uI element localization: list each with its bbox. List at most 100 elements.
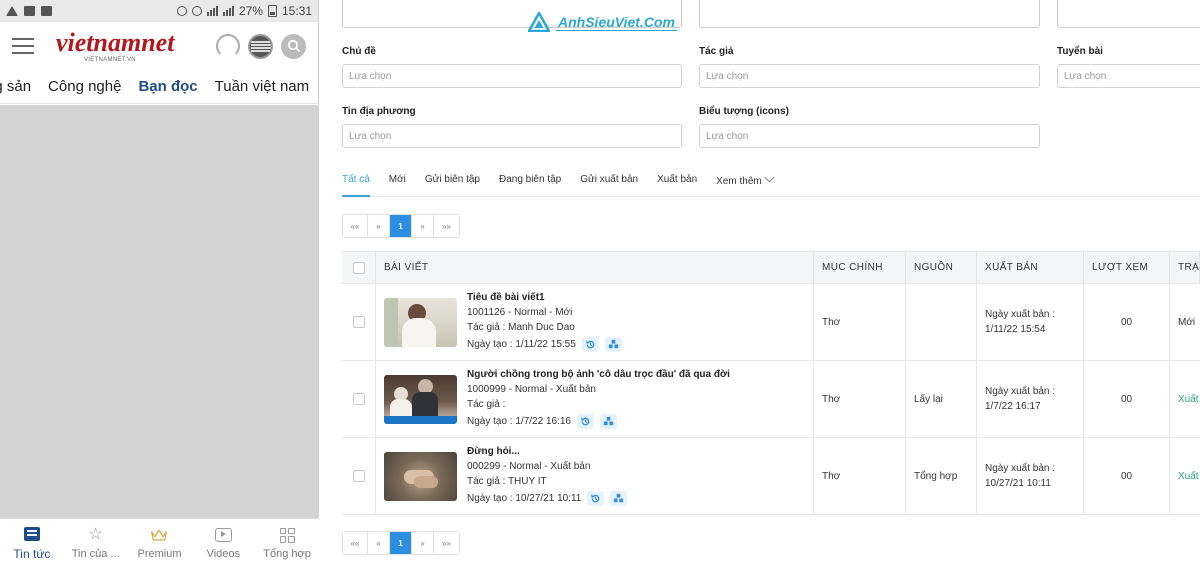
table-row: Tiêu đề bài viết1 1001126 - Normal - Mới…: [342, 284, 1200, 361]
article-category: Thơ: [814, 361, 906, 437]
tab-summary[interactable]: Tổng hợp: [255, 519, 319, 568]
prev-page-button[interactable]: «: [368, 532, 390, 554]
article-created: Ngày tạo : 1/11/22 15:55: [467, 339, 576, 350]
select-all-checkbox[interactable]: [352, 261, 365, 274]
article-title[interactable]: Tiêu đề bài viết1: [467, 292, 622, 303]
header-source: Nguồn: [906, 252, 977, 283]
published-date: 1/7/22 16:17: [985, 401, 1041, 412]
tab-saved[interactable]: ☆ Tin của ...: [64, 519, 128, 568]
alarm-icon: [176, 6, 187, 16]
topic-select[interactable]: Lựa chọn: [342, 64, 682, 88]
tab-more-label: Xem thêm: [716, 176, 762, 187]
cms-panel: AnhSieuViet.Com Chủ đề Lựa chọn Tác giả …: [320, 0, 1200, 568]
menu-icon[interactable]: [12, 38, 34, 54]
article-author: Tác giả :: [467, 399, 506, 410]
tab-news[interactable]: Tin tức: [0, 519, 64, 568]
article-meta: 1001126 - Normal - Mới: [467, 307, 573, 318]
clock: 15:31: [281, 4, 312, 18]
article-title[interactable]: Người chồng trong bộ ảnh 'cô dâu trọc đầ…: [467, 369, 730, 380]
first-page-button[interactable]: ««: [343, 215, 368, 237]
tab-sent-to-edit[interactable]: Gửi biên tập: [425, 168, 480, 196]
page-button-current[interactable]: 1: [390, 215, 412, 237]
header-published: Xuất bản: [977, 252, 1084, 283]
bottom-tab-bar: Tin tức ☆ Tin của ... Premium Videos Tổn…: [0, 518, 319, 568]
article-source: Lấy lại: [906, 361, 977, 437]
icons-label: Biểu tượng (icons): [699, 106, 789, 117]
search-icon[interactable]: [281, 33, 306, 59]
first-page-button[interactable]: ««: [343, 532, 368, 554]
header-views: Lượt xem: [1084, 252, 1170, 283]
row-checkbox[interactable]: [352, 393, 365, 405]
next-page-button[interactable]: »: [412, 532, 434, 554]
nav-item[interactable]: Công nghệ: [48, 78, 121, 95]
row-checkbox[interactable]: [352, 470, 365, 482]
headphones-icon[interactable]: [216, 34, 240, 58]
history-icon[interactable]: [581, 337, 599, 352]
crown-icon: [150, 527, 168, 543]
tab-new[interactable]: Mới: [389, 168, 406, 196]
boxes-icon[interactable]: [604, 337, 622, 352]
article-status: Mới: [1178, 316, 1196, 328]
truncated-input[interactable]: [699, 0, 1040, 28]
author-select[interactable]: Lựa chọn: [699, 64, 1040, 88]
watermark-logo-icon: [528, 12, 550, 32]
video-icon: [214, 528, 232, 542]
battery-icon: [267, 5, 277, 17]
wifi-icon: [191, 6, 202, 16]
article-status: Xuất: [1178, 470, 1199, 482]
table-row: Người chồng trong bộ ảnh 'cô dâu trọc đầ…: [342, 361, 1200, 438]
published-date: 10/27/21 10:11: [985, 478, 1051, 489]
magazine-icon[interactable]: [248, 33, 273, 59]
next-page-button[interactable]: »: [412, 215, 434, 237]
header-status: Trạ: [1170, 252, 1200, 283]
watermark-text: AnhSieuViet.Com: [556, 13, 677, 31]
pagination-top: «« « 1 » »»: [342, 214, 460, 238]
last-page-button[interactable]: »»: [434, 215, 459, 237]
article-thumbnail[interactable]: [384, 297, 457, 347]
chevron-down-icon: [764, 172, 775, 183]
tab-premium[interactable]: Premium: [128, 519, 192, 568]
tab-editing[interactable]: Đang biên tập: [499, 168, 561, 196]
category-nav: ng sản Công nghệ Bạn đọc Tuần việt nam D: [0, 70, 318, 104]
local-news-select[interactable]: Lựa chọn: [342, 124, 682, 148]
article-thumbnail[interactable]: [384, 451, 457, 501]
tab-label: Premium: [137, 548, 182, 560]
news-icon: [23, 527, 40, 541]
prev-page-button[interactable]: «: [368, 215, 390, 237]
page-button-current[interactable]: 1: [390, 532, 412, 554]
icons-select[interactable]: Lựa chọn: [699, 124, 1040, 148]
tab-label: Videos: [206, 548, 240, 560]
table-header: Bài viết Mục chính Nguồn Xuất bản Lượt x…: [342, 251, 1200, 284]
article-author: Tác giả : Manh Duc Dao: [467, 322, 575, 333]
boxes-icon[interactable]: [610, 491, 628, 506]
notification-icon: [6, 6, 18, 16]
article-thumbnail[interactable]: [384, 374, 457, 424]
tab-sent-to-publish[interactable]: Gửi xuất bản: [580, 168, 638, 196]
nav-item[interactable]: Tuần việt nam: [215, 78, 310, 95]
published-label: Ngày xuất bản :: [985, 462, 1056, 474]
logo[interactable]: vietnamnet VIETNAMNET.VN: [56, 29, 174, 63]
local-news-label: Tin địa phương: [342, 106, 416, 117]
article-title[interactable]: Đừng hỏi...: [467, 446, 627, 457]
last-page-button[interactable]: »»: [434, 532, 459, 554]
nav-item-active[interactable]: Bạn đọc: [138, 78, 197, 95]
tab-published[interactable]: Xuất bản: [657, 168, 697, 196]
tab-more[interactable]: Xem thêm: [716, 168, 775, 196]
row-checkbox[interactable]: [352, 316, 365, 328]
article-source: [906, 284, 977, 360]
selection-select[interactable]: Lựa chọn: [1057, 64, 1200, 88]
nav-item[interactable]: ng sản: [0, 78, 31, 95]
history-icon[interactable]: [576, 414, 594, 429]
article-created: Ngày tạo : 10/27/21 10:11: [467, 493, 582, 504]
tab-all[interactable]: Tất cả: [342, 168, 370, 197]
header-category: Mục chính: [814, 252, 906, 283]
app-notification-icon: [41, 6, 52, 16]
article-status: Xuất: [1178, 393, 1199, 405]
grid-icon: [279, 527, 295, 543]
boxes-icon[interactable]: [599, 414, 617, 429]
history-icon[interactable]: [587, 491, 605, 506]
table-row: Đừng hỏi... 000299 - Normal - Xuất bản T…: [342, 438, 1200, 515]
truncated-input[interactable]: [1057, 0, 1200, 28]
tab-videos[interactable]: Videos: [191, 519, 255, 568]
mobile-app-panel: 27% 15:31 vietnamnet VIETNAMNET.VN ng sả…: [0, 0, 319, 568]
